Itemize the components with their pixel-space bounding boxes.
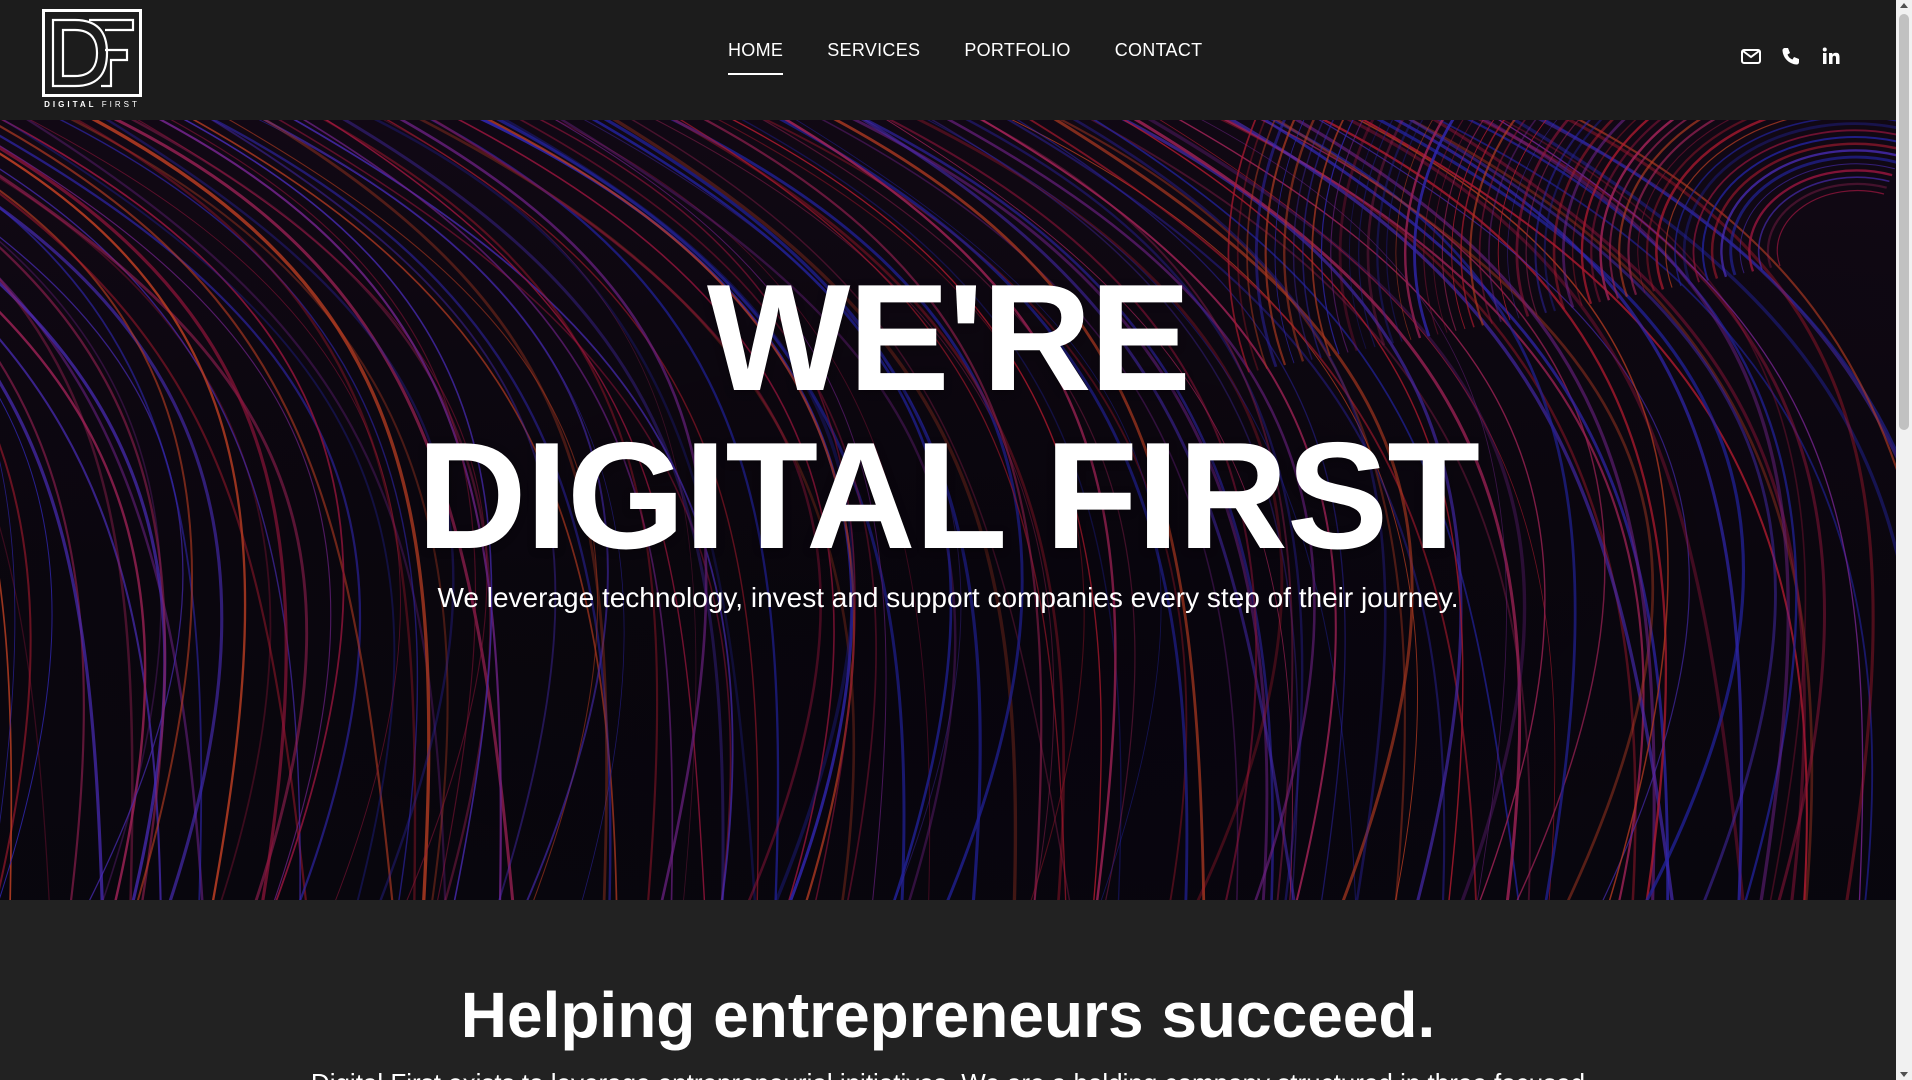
- nav-home[interactable]: HOME: [728, 40, 784, 75]
- hero-section: WE'RE DIGITAL FIRST We leverage technolo…: [0, 120, 1896, 900]
- linkedin-icon[interactable]: [1820, 45, 1842, 67]
- logo[interactable]: DIGITAL FIRST: [40, 9, 144, 113]
- main-nav: HOME SERVICES PORTFOLIO CONTACT: [728, 40, 1202, 75]
- envelope-icon[interactable]: [1740, 45, 1762, 67]
- intro-body: Digital First exists to leverage entrepr…: [0, 1068, 1896, 1080]
- nav-contact[interactable]: CONTACT: [1115, 40, 1203, 75]
- scroll-down-arrow-icon[interactable]: [1900, 1072, 1908, 1077]
- site-header: DIGITAL FIRST HOME SERVICES PORTFOLIO CO…: [0, 0, 1896, 120]
- page-scrollbar[interactable]: [1896, 0, 1912, 1080]
- intro-title: Helping entrepreneurs succeed.: [460, 979, 1436, 1051]
- hero-title-line-1: WE'RE: [706, 253, 1191, 423]
- logo-monogram: [42, 9, 142, 97]
- scroll-up-arrow-icon[interactable]: [1900, 3, 1908, 8]
- scroll-thumb[interactable]: [1899, 14, 1909, 430]
- hero-title-line-2: DIGITAL FIRST: [416, 411, 1480, 581]
- logo-wordmark: DIGITAL FIRST: [44, 100, 140, 109]
- intro-section: Helping entrepreneurs succeed. Digital F…: [0, 900, 1896, 1080]
- phone-icon[interactable]: [1780, 45, 1802, 67]
- header-contact-icons: [1740, 45, 1842, 67]
- nav-services[interactable]: SERVICES: [827, 40, 920, 75]
- hero-subtitle: We leverage technology, invest and suppo…: [437, 582, 1459, 613]
- page: DIGITAL FIRST HOME SERVICES PORTFOLIO CO…: [0, 0, 1912, 1080]
- nav-portfolio[interactable]: PORTFOLIO: [964, 40, 1070, 75]
